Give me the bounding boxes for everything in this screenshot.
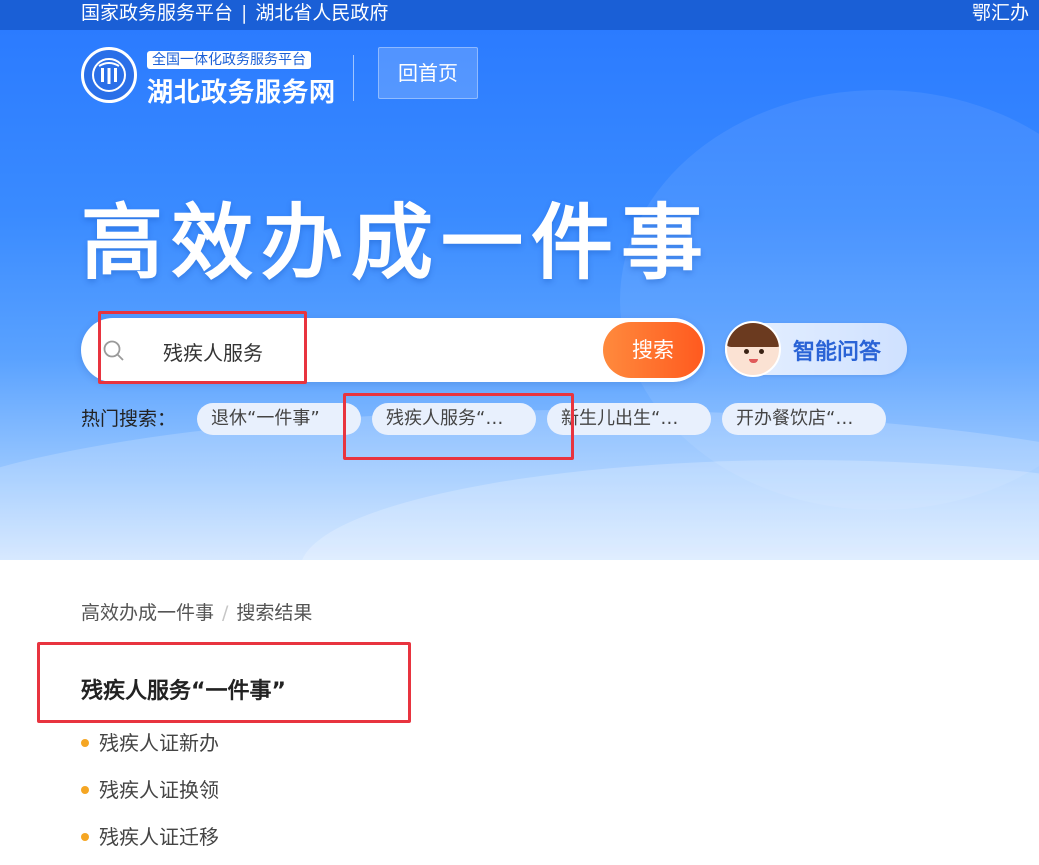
home-button[interactable]: 回首页: [378, 47, 478, 99]
hot-search-chip[interactable]: 残疾人服务“…: [372, 403, 536, 435]
ai-assistant-label: 智能问答: [793, 340, 882, 365]
national-platform-link[interactable]: 国家政务服务平台: [81, 2, 233, 24]
hot-search-chip[interactable]: 新生儿出生“…: [547, 403, 711, 435]
hot-search-chip[interactable]: 开办餐饮店“…: [722, 403, 886, 435]
breadcrumb-separator: /: [222, 602, 229, 624]
assistant-avatar: [725, 321, 781, 377]
breadcrumb-current: 搜索结果: [236, 602, 313, 624]
hot-search-chip[interactable]: 退休“一件事”: [197, 403, 361, 435]
search-icon: [103, 340, 124, 361]
province-gov-link[interactable]: 湖北省人民政府: [255, 2, 388, 24]
header-divider: [353, 55, 354, 101]
avatar-eye: [744, 349, 749, 354]
hero-headline: 高效办成一件事: [81, 196, 712, 291]
result-item[interactable]: 残疾人证迁移: [81, 821, 219, 850]
result-item[interactable]: 残疾人证新办: [81, 727, 219, 756]
bullet-icon: [81, 832, 89, 841]
top-bar: 国家政务服务平台 | 湖北省人民政府 鄂汇办: [0, 0, 1039, 30]
result-item[interactable]: 残疾人证换领: [81, 774, 219, 803]
ai-assistant-button[interactable]: 智能问答: [725, 321, 907, 377]
result-title: 残疾人服务“一件事”: [81, 679, 286, 704]
result-item-label: 残疾人证迁移: [99, 825, 219, 849]
result-item-label: 残疾人证新办: [99, 731, 219, 755]
search-bar: 搜索: [81, 318, 705, 382]
emblem-icon: [81, 47, 137, 103]
breadcrumb-root[interactable]: 高效办成一件事: [81, 602, 214, 624]
result-item-label: 残疾人证换领: [99, 778, 219, 802]
bullet-icon: [81, 785, 89, 794]
top-bar-separator: |: [241, 2, 248, 24]
avatar-hair: [727, 323, 779, 347]
ehuiban-link[interactable]: 鄂汇办: [972, 0, 1029, 26]
search-input[interactable]: [161, 332, 545, 370]
logo-name: 湖北政务服务网: [147, 78, 337, 108]
search-button[interactable]: 搜索: [603, 322, 703, 378]
avatar-eye: [759, 349, 764, 354]
avatar-mouth: [749, 359, 758, 363]
hero-banner: [0, 30, 1039, 560]
top-bar-links: 国家政务服务平台 | 湖北省人民政府: [81, 0, 388, 26]
logo-badge: 全国一体化政务服务平台: [147, 51, 311, 69]
hot-search-label: 热门搜索：: [81, 408, 177, 430]
bullet-icon: [81, 738, 89, 747]
chime-icon: [98, 62, 120, 84]
breadcrumb: 高效办成一件事 / 搜索结果: [81, 598, 312, 625]
